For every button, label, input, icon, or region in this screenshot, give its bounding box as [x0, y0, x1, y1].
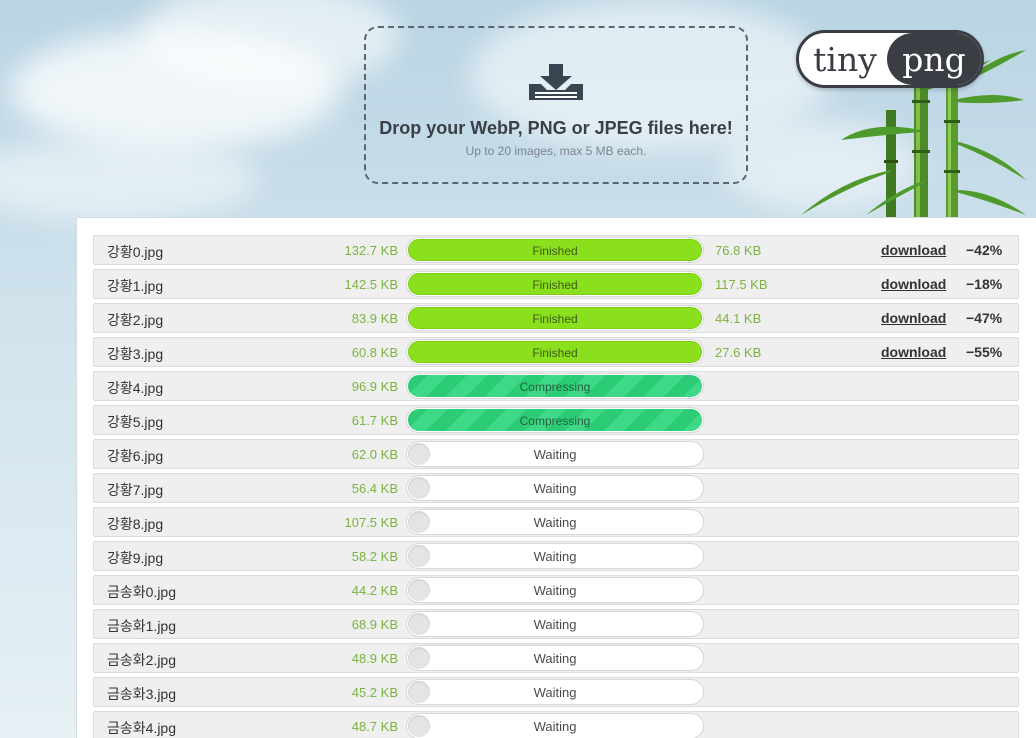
progress-status: Compressing [519, 414, 591, 428]
download-tray-icon [529, 64, 583, 100]
file-row: 강황6.jpg 62.0 KB Waiting [93, 439, 1019, 469]
logo-text-png: png [887, 33, 981, 85]
progress-bar: Waiting [406, 577, 704, 603]
progress-bar: Waiting [406, 509, 704, 535]
original-size: 62.0 KB [351, 447, 398, 462]
savings-percent: −55% [966, 344, 1003, 360]
file-name: 강황1.jpg [107, 278, 164, 294]
progress-status: Compressing [519, 380, 591, 394]
progress-bar: Compressing [406, 407, 704, 433]
cloud-decoration [0, 140, 260, 220]
original-size: 132.7 KB [344, 243, 399, 258]
original-size: 56.4 KB [351, 481, 398, 496]
file-name: 금송화1.jpg [107, 618, 176, 634]
progress-status: Waiting [533, 719, 577, 734]
progress-status: Waiting [533, 515, 577, 530]
original-size: 58.2 KB [351, 549, 398, 564]
original-size: 142.5 KB [344, 277, 399, 292]
file-row: 강황1.jpg 142.5 KB Finished 117.5 KB downloa… [93, 269, 1019, 299]
file-name: 강황7.jpg [107, 482, 164, 498]
progress-status: Waiting [533, 583, 577, 598]
original-size: 96.9 KB [351, 379, 398, 394]
progress-status: Waiting [533, 481, 577, 496]
compressed-size: 44.1 KB [715, 311, 762, 326]
savings-percent: −18% [966, 276, 1003, 292]
download-link[interactable]: download [881, 242, 946, 258]
file-row: 강황4.jpg 96.9 KB Compressing [93, 371, 1019, 401]
original-size: 48.9 KB [351, 651, 398, 666]
progress-status: Finished [532, 244, 578, 258]
file-name: 강황6.jpg [107, 448, 164, 464]
progress-bar: Compressing [406, 373, 704, 399]
file-name: 강황0.jpg [107, 244, 164, 260]
original-size: 83.9 KB [351, 311, 398, 326]
results-panel: 강황0.jpg 132.7 KB Finished 76.8 KB download… [76, 217, 1036, 738]
download-link[interactable]: download [881, 310, 946, 326]
original-size: 68.9 KB [351, 617, 398, 632]
file-name: 강황2.jpg [107, 312, 164, 328]
original-size: 60.8 KB [351, 345, 398, 360]
compressed-size: 27.6 KB [715, 345, 762, 360]
progress-bar: Finished [406, 237, 704, 263]
file-row: 강황5.jpg 61.7 KB Compressing [93, 405, 1019, 435]
file-row: 금송화3.jpg 45.2 KB Waiting [93, 677, 1019, 707]
progress-status: Finished [532, 346, 578, 360]
progress-bar: Waiting [406, 713, 704, 738]
original-size: 44.2 KB [351, 583, 398, 598]
progress-status: Waiting [533, 617, 577, 632]
file-row: 강황9.jpg 58.2 KB Waiting [93, 541, 1019, 571]
file-row: 강황0.jpg 132.7 KB Finished 76.8 KB download… [93, 235, 1019, 265]
file-name: 강황4.jpg [107, 380, 164, 396]
logo-text-tiny: tiny [813, 39, 877, 79]
compressed-size: 76.8 KB [715, 243, 762, 258]
progress-status: Finished [532, 312, 578, 326]
compressed-size: 117.5 KB [715, 277, 768, 292]
file-row: 금송화2.jpg 48.9 KB Waiting [93, 643, 1019, 673]
progress-bar: Waiting [406, 475, 704, 501]
file-drop-zone[interactable]: Drop your WebP, PNG or JPEG files here! … [364, 26, 748, 184]
file-name: 강황3.jpg [107, 346, 164, 362]
file-name: 금송화2.jpg [107, 652, 176, 668]
file-row: 금송화4.jpg 48.7 KB Waiting [93, 711, 1019, 738]
download-link[interactable]: download [881, 344, 946, 360]
progress-bar: Waiting [406, 543, 704, 569]
file-row: 강황3.jpg 60.8 KB Finished 27.6 KB download −… [93, 337, 1019, 367]
progress-status: Finished [532, 278, 578, 292]
file-row: 강황2.jpg 83.9 KB Finished 44.1 KB download −… [93, 303, 1019, 333]
original-size: 48.7 KB [351, 719, 398, 734]
savings-percent: −42% [966, 242, 1003, 258]
drop-zone-title: Drop your WebP, PNG or JPEG files here! [379, 118, 733, 138]
progress-status: Waiting [533, 651, 577, 666]
progress-status: Waiting [533, 447, 577, 462]
progress-status: Waiting [533, 549, 577, 564]
download-link[interactable]: download [881, 276, 946, 292]
progress-bar: Waiting [406, 679, 704, 705]
original-size: 45.2 KB [351, 685, 398, 700]
file-row: 강황7.jpg 56.4 KB Waiting [93, 473, 1019, 503]
file-row: 금송화0.jpg 44.2 KB Waiting [93, 575, 1019, 605]
tinypng-logo[interactable]: tiny png [796, 30, 984, 88]
file-row: 강황8.jpg 107.5 KB Waiting [93, 507, 1019, 537]
file-name: 금송화3.jpg [107, 686, 176, 702]
file-name: 금송화0.jpg [107, 584, 176, 600]
original-size: 61.7 KB [351, 413, 398, 428]
progress-bar: Finished [406, 305, 704, 331]
file-name: 강황5.jpg [107, 414, 164, 430]
file-name: 금송화4.jpg [107, 720, 176, 736]
progress-bar: Waiting [406, 645, 704, 671]
file-row: 금송화1.jpg 68.9 KB Waiting [93, 609, 1019, 639]
file-name: 강황8.jpg [107, 516, 164, 532]
drop-zone-subtitle: Up to 20 images, max 5 MB each. [465, 144, 647, 158]
progress-status: Waiting [533, 685, 577, 700]
progress-bar: Waiting [406, 441, 704, 467]
savings-percent: −47% [966, 310, 1003, 326]
progress-bar: Finished [406, 339, 704, 365]
original-size: 107.5 KB [344, 515, 399, 530]
file-name: 강황9.jpg [107, 550, 164, 566]
progress-bar: Waiting [406, 611, 704, 637]
progress-bar: Finished [406, 271, 704, 297]
